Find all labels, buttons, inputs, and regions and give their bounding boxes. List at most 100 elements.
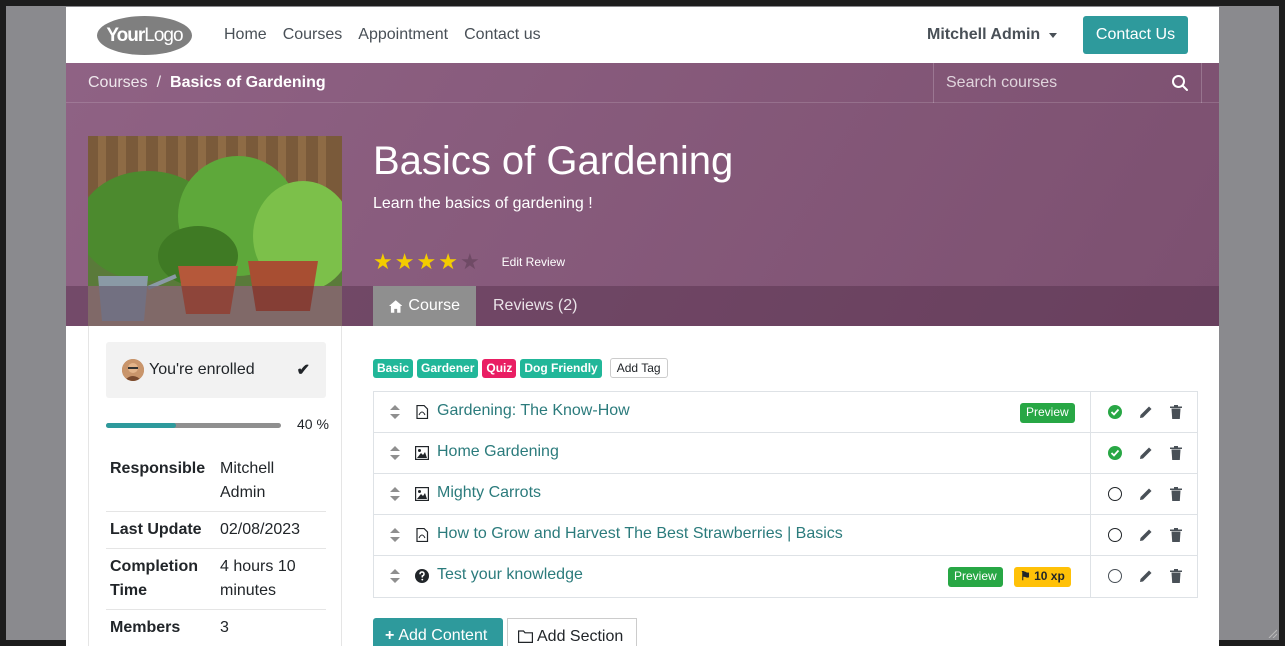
add-section-button[interactable]: Add Section <box>507 618 637 646</box>
check-circle-icon[interactable] <box>1108 405 1122 419</box>
breadcrumb-bar: Courses / Basics of Gardening <box>66 63 1219 103</box>
content-actions: + Add Content Add Section <box>373 618 637 646</box>
tag-quiz[interactable]: Quiz <box>482 358 517 378</box>
add-content-button[interactable]: + Add Content <box>373 618 503 646</box>
circle-outline-icon[interactable] <box>1108 528 1122 542</box>
image-icon <box>415 487 429 501</box>
add-tag-button[interactable]: Add Tag <box>609 358 668 378</box>
star-filled-icon: ★ <box>394 249 415 274</box>
list-item: Home Gardening <box>374 433 1197 474</box>
nav-courses[interactable]: Courses <box>283 26 343 44</box>
tag-basic[interactable]: Basic <box>373 358 414 378</box>
check-icon: ✔ <box>296 362 310 379</box>
plus-icon: + <box>385 627 395 644</box>
image-icon <box>415 446 429 460</box>
content-list: Gardening: The Know-How Preview Home Gar… <box>373 391 1198 598</box>
xp-badge: ⚑ 10 xp <box>1014 567 1071 587</box>
circle-outline-icon[interactable] <box>1108 487 1122 501</box>
star-empty-icon: ★ <box>459 249 480 274</box>
slide-title[interactable]: Home Gardening <box>437 443 559 461</box>
slide-title[interactable]: Test your knowledge <box>437 566 583 584</box>
star-filled-icon: ★ <box>373 249 393 274</box>
responsible-label: Responsible <box>106 451 216 512</box>
search-input[interactable] <box>946 63 1166 103</box>
drag-handle-icon[interactable] <box>390 569 400 583</box>
drag-handle-icon[interactable] <box>390 528 400 542</box>
breadcrumb-separator: / <box>156 74 162 91</box>
search-box <box>933 63 1202 103</box>
enrolled-card: You're enrolled ✔ <box>106 342 326 398</box>
slide-title[interactable]: How to Grow and Harvest The Best Strawbe… <box>437 525 843 543</box>
course-title: Basics of Gardening <box>373 139 734 183</box>
list-item: How to Grow and Harvest The Best Strawbe… <box>374 515 1197 556</box>
pencil-icon[interactable] <box>1139 528 1153 542</box>
user-name: Mitchell Admin <box>927 26 1041 43</box>
trash-icon[interactable] <box>1170 405 1182 419</box>
resize-grip-icon[interactable] <box>1267 628 1277 638</box>
tag-gardener[interactable]: Gardener <box>417 358 479 378</box>
pencil-icon[interactable] <box>1139 569 1153 583</box>
slide-actions <box>1090 515 1198 556</box>
tag-dog-friendly[interactable]: Dog Friendly <box>520 358 602 378</box>
star-filled-icon: ★ <box>416 249 437 274</box>
table-row: Responsible Mitchell Admin <box>106 451 326 512</box>
pencil-icon[interactable] <box>1139 446 1153 460</box>
slide-actions <box>1090 433 1198 474</box>
completion-time-label: Completion Time <box>106 548 216 610</box>
home-icon <box>389 299 403 313</box>
rating-stars: ★ ★ ★ ★ ★ Edit Review <box>373 251 565 273</box>
slide-actions <box>1090 474 1198 515</box>
completion-time-value: 4 hours 10 minutes <box>216 548 326 610</box>
last-update-label: Last Update <box>106 511 216 549</box>
members-label: Members <box>106 609 216 646</box>
xp-value: 10 xp <box>1034 569 1065 583</box>
logo-text-your: Your <box>106 24 145 46</box>
edit-review-link[interactable]: Edit Review <box>502 255 565 269</box>
slide-title[interactable]: Gardening: The Know-How <box>437 402 630 420</box>
site-logo[interactable]: Your Logo <box>97 16 192 55</box>
circle-outline-icon[interactable] <box>1108 569 1122 583</box>
folder-icon <box>518 630 533 643</box>
caret-down-icon <box>1049 32 1058 38</box>
trash-icon[interactable] <box>1170 487 1182 501</box>
enrolled-label: You're enrolled <box>149 361 255 378</box>
trash-icon[interactable] <box>1170 446 1182 460</box>
tab-course[interactable]: Course <box>373 286 476 326</box>
table-row: Completion Time 4 hours 10 minutes <box>106 548 326 610</box>
question-icon <box>415 569 429 583</box>
course-subtitle: Learn the basics of gardening ! <box>373 195 593 212</box>
search-icon[interactable] <box>1171 74 1189 92</box>
trash-icon[interactable] <box>1170 569 1182 583</box>
drag-handle-icon[interactable] <box>390 487 400 501</box>
slide-actions <box>1090 392 1198 433</box>
drag-handle-icon[interactable] <box>390 446 400 460</box>
nav-appointment[interactable]: Appointment <box>358 26 448 44</box>
tab-reviews[interactable]: Reviews (2) <box>477 286 593 326</box>
slide-title[interactable]: Mighty Carrots <box>437 484 541 502</box>
flag-icon: ⚑ <box>1020 569 1031 583</box>
list-item: Gardening: The Know-How Preview <box>374 392 1197 433</box>
slide-actions <box>1090 556 1198 597</box>
contact-us-button[interactable]: Contact Us <box>1083 16 1188 54</box>
progress-bar-fill <box>106 423 176 428</box>
breadcrumb-courses[interactable]: Courses <box>88 74 148 92</box>
trash-icon[interactable] <box>1170 528 1182 542</box>
pencil-icon[interactable] <box>1139 487 1153 501</box>
progress-label: 40 % <box>297 416 329 432</box>
top-navbar: Your Logo Home Courses Appointment Contac… <box>66 7 1219 63</box>
course-info-table: Responsible Mitchell Admin Last Update 0… <box>106 451 326 646</box>
check-circle-icon[interactable] <box>1108 446 1122 460</box>
add-content-label: Add Content <box>398 627 488 644</box>
add-section-label: Add Section <box>537 627 624 645</box>
nav-contact[interactable]: Contact us <box>464 26 540 44</box>
website-page: Your Logo Home Courses Appointment Contac… <box>66 7 1219 646</box>
pdf-icon <box>416 405 429 419</box>
user-menu[interactable]: Mitchell Admin <box>927 26 1058 44</box>
preview-badge: Preview <box>1020 403 1075 423</box>
star-filled-icon: ★ <box>438 249 458 274</box>
last-update-value: 02/08/2023 <box>216 511 326 549</box>
pencil-icon[interactable] <box>1139 405 1153 419</box>
logo-text-logo: Logo <box>144 24 183 46</box>
nav-home[interactable]: Home <box>224 26 267 44</box>
drag-handle-icon[interactable] <box>390 405 400 419</box>
